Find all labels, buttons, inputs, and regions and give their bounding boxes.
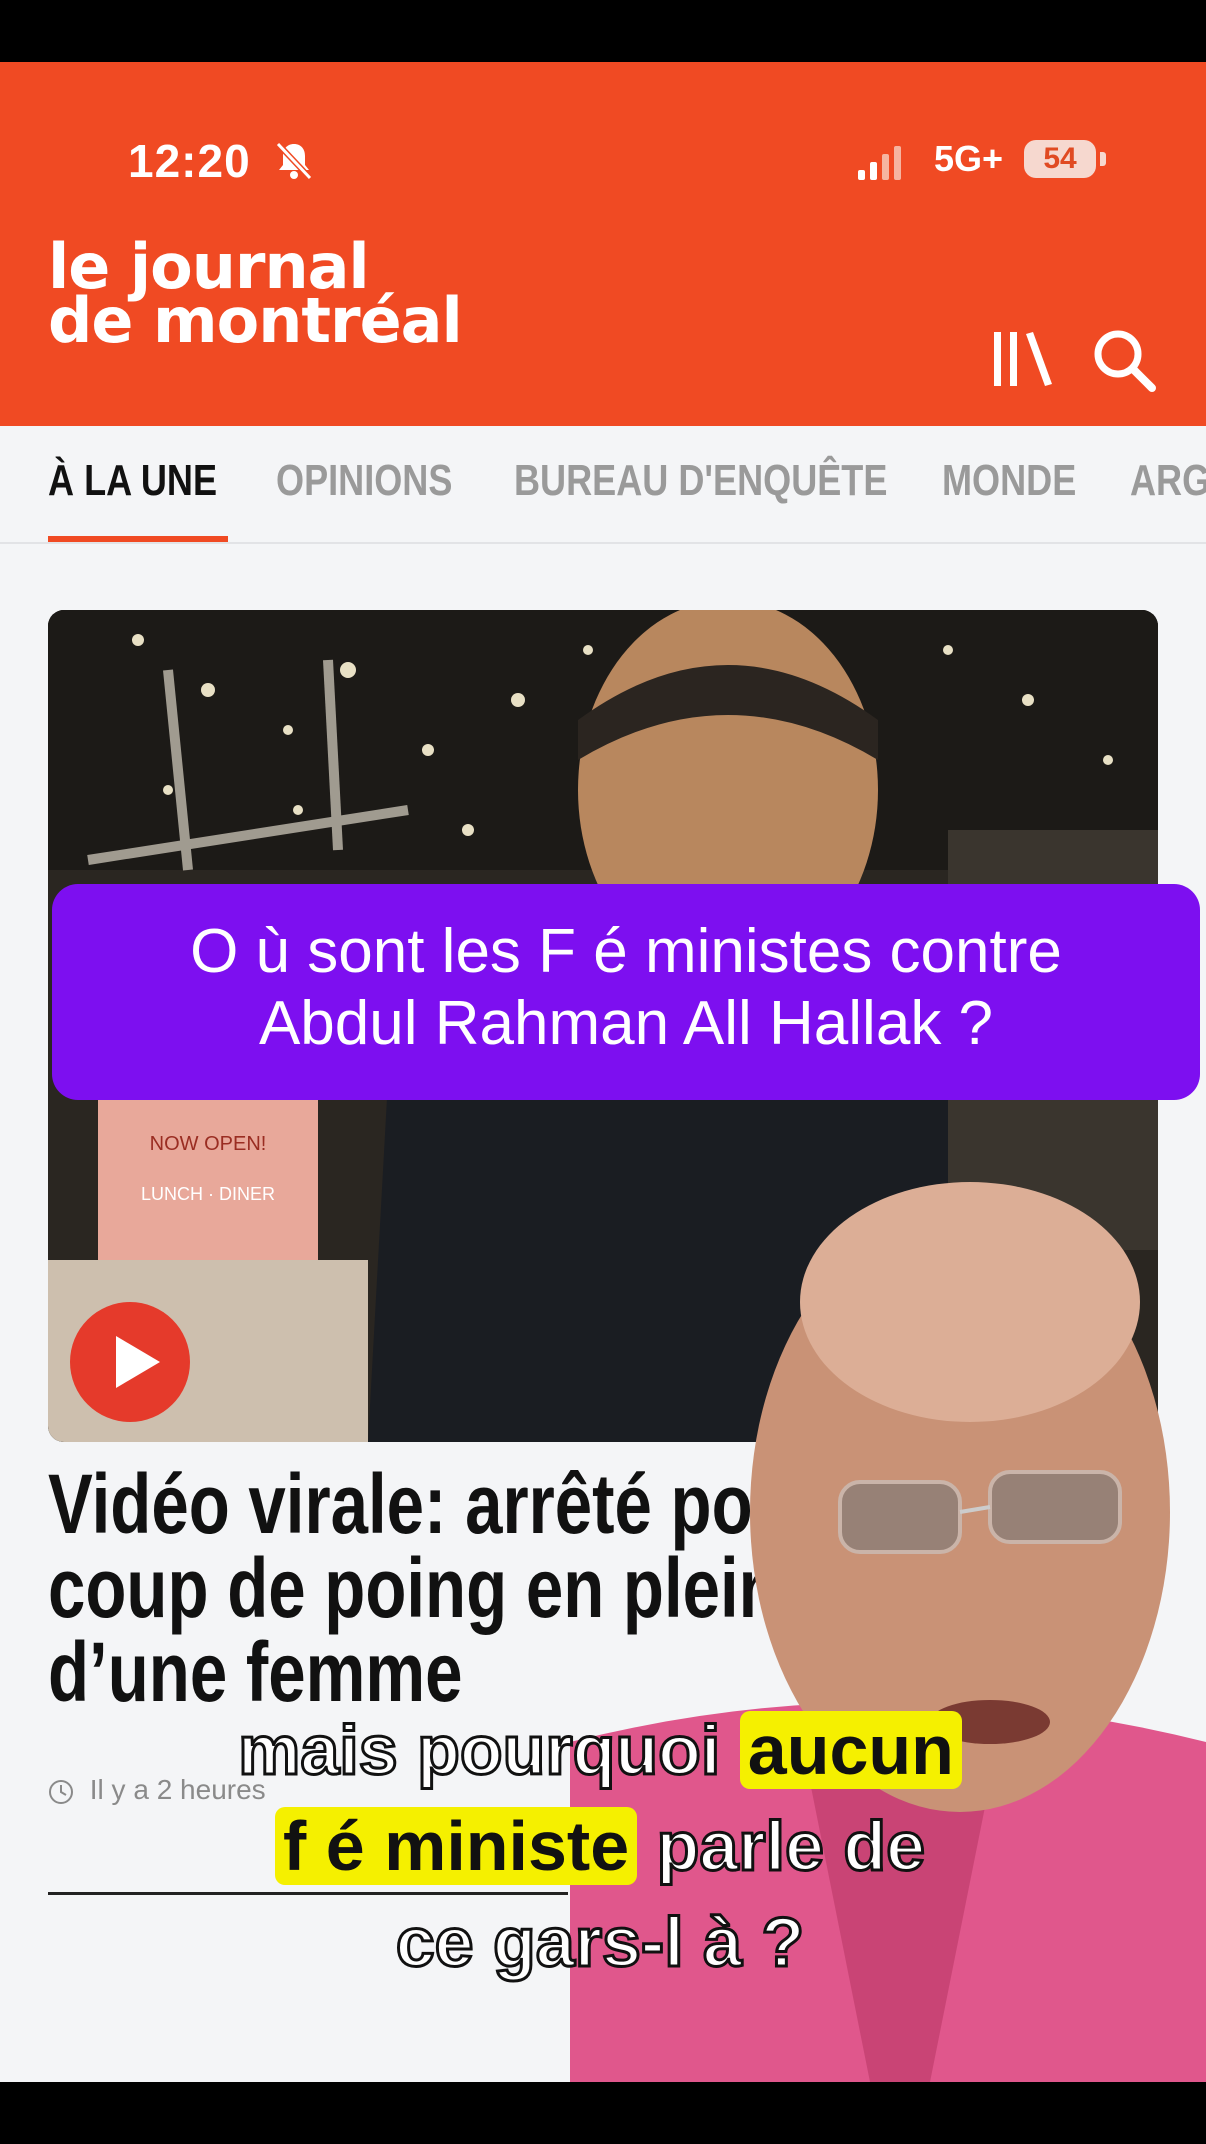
- battery-indicator: 54: [1024, 140, 1096, 178]
- caption-line-3: ce gars-l à ?: [394, 1902, 806, 1983]
- banner-line-2: Abdul Rahman All Hallak ?: [258, 989, 994, 1058]
- tab-monde[interactable]: MONDE: [942, 456, 1076, 506]
- signal-icon: [858, 146, 901, 180]
- play-icon[interactable]: [70, 1302, 190, 1422]
- svg-text:LUNCH · DINER: LUNCH · DINER: [141, 1184, 275, 1204]
- site-logo[interactable]: le journal de montréal: [48, 236, 463, 357]
- app-header: 12:20 5G+ 54 le journal de montréal: [0, 62, 1206, 426]
- tab-opinions[interactable]: OPINIONS: [276, 456, 452, 506]
- overlay-caption: mais pourquoi aucun f é ministe parle de…: [120, 1702, 1080, 1990]
- battery-nub: [1100, 152, 1106, 166]
- status-time: 12:20: [128, 135, 251, 187]
- app-screen: 12:20 5G+ 54 le journal de montréal À LA…: [0, 62, 1206, 2082]
- logo-line-2: de montréal: [48, 284, 463, 357]
- tab-argent[interactable]: ARG: [1130, 456, 1206, 506]
- sign-text: NOW OPEN!: [150, 1133, 267, 1155]
- active-tab-indicator: [48, 536, 228, 542]
- tab-a-la-une[interactable]: À LA UNE: [48, 456, 217, 506]
- caption-text-1: mais pourquoi: [237, 1710, 722, 1791]
- section-nav: À LA UNE OPINIONS BUREAU D'ENQUÊTE MONDE…: [0, 426, 1206, 544]
- bottom-bar: [0, 2082, 1206, 2144]
- caption-text-2: parle de: [655, 1806, 926, 1887]
- caption-highlight-2: f é ministe: [274, 1807, 638, 1885]
- network-type: 5G+: [934, 138, 1004, 179]
- overlay-question-banner: O ù sont les F é ministes contre Abdul R…: [52, 884, 1200, 1100]
- caption-line-1: mais pourquoi aucun: [120, 1702, 1080, 1798]
- library-icon[interactable]: [990, 326, 1058, 390]
- search-icon[interactable]: [1090, 326, 1158, 394]
- tab-bureau-denquete[interactable]: BUREAU D'ENQUÊTE: [514, 456, 887, 506]
- caption-highlight-1: aucun: [739, 1711, 962, 1789]
- bell-slash-icon: [275, 141, 313, 181]
- caption-line-2: f é ministe parle de: [120, 1798, 1080, 1894]
- clock-icon: [49, 1779, 73, 1804]
- banner-line-1: O ù sont les F é ministes contre: [190, 917, 1062, 986]
